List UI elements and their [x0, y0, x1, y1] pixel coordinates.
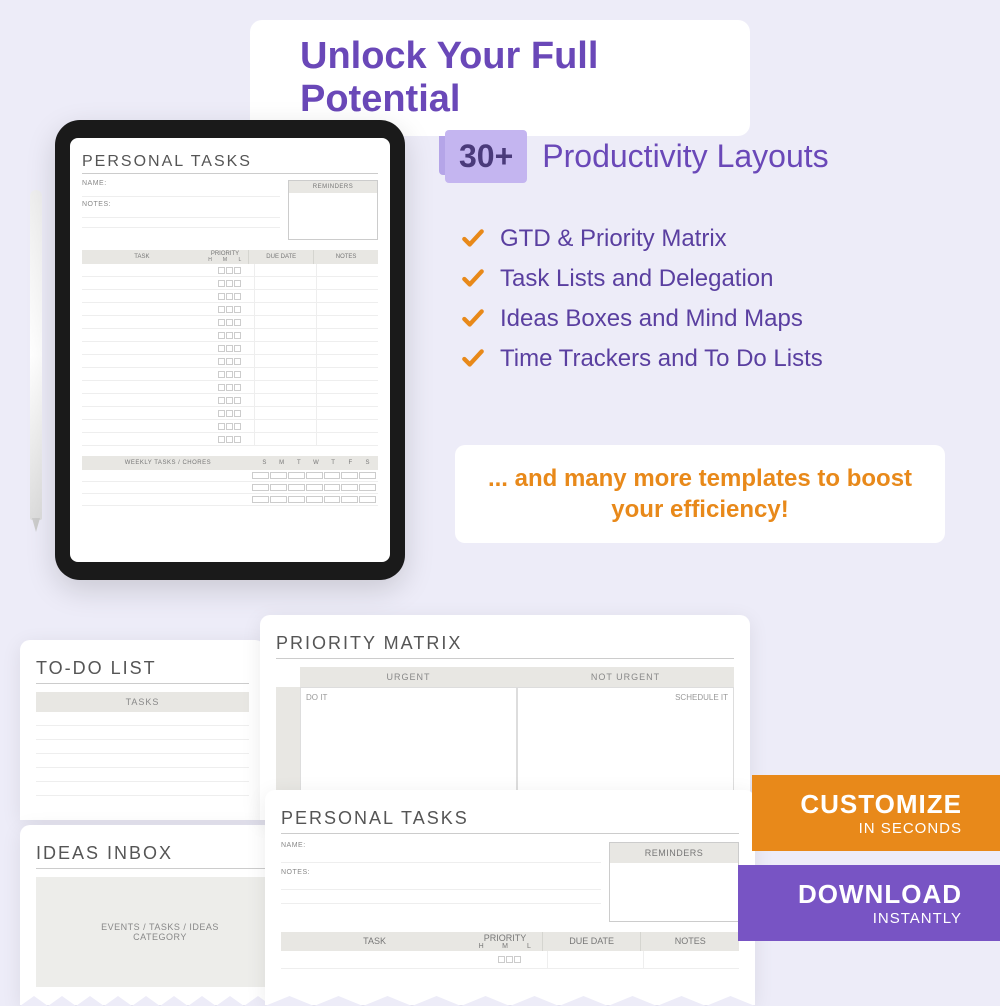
task-row — [82, 329, 378, 342]
task-table-header: TASK PRIORITY H M L DUE DATE NOTES — [82, 250, 378, 264]
day-label: F — [342, 460, 359, 466]
name-label: NAME: — [281, 842, 601, 849]
subtitle-row: 30+ Productivity Layouts — [445, 130, 829, 183]
col-urgent: URGENT — [300, 667, 517, 687]
col-task: TASK — [82, 250, 202, 264]
weekly-header: WEEKLY TASKS / CHORES SMTWTFS — [82, 456, 378, 470]
feature-text: Ideas Boxes and Mind Maps — [500, 305, 803, 333]
col-not-urgent: NOT URGENT — [517, 667, 734, 687]
card-personal-tasks: PERSONAL TASKS NAME: NOTES: REMINDERS TA… — [265, 790, 755, 1005]
task-row — [82, 368, 378, 381]
cta-sub-text: IN SECONDS — [800, 820, 962, 837]
sheet-title: PERSONAL TASKS — [82, 153, 378, 171]
feature-item: Ideas Boxes and Mind Maps — [460, 305, 823, 333]
col-notes: NOTES — [313, 250, 378, 264]
task-row — [82, 381, 378, 394]
card-todo: TO-DO LIST TASKS — [20, 640, 265, 820]
check-icon — [460, 346, 486, 372]
customize-button[interactable]: CUSTOMIZE IN SECONDS — [752, 775, 1000, 851]
col-due: DUE DATE — [542, 932, 641, 951]
check-icon — [460, 226, 486, 252]
pencil-icon — [30, 190, 42, 520]
day-label: T — [325, 460, 342, 466]
col-notes: NOTES — [640, 932, 739, 951]
tablet-mockup: PERSONAL TASKS NAME: NOTES: REMINDERS TA… — [55, 120, 405, 580]
card-title: IDEAS INBOX — [36, 843, 284, 864]
card-title: PERSONAL TASKS — [281, 808, 739, 829]
notes-label: NOTES: — [82, 201, 280, 208]
count-badge: 30+ — [445, 130, 527, 183]
col-m: M — [218, 257, 233, 263]
card-title: TO-DO LIST — [36, 658, 249, 679]
ideas-line2: CATEGORY — [133, 932, 187, 942]
reminders-box: REMINDERS — [288, 180, 378, 240]
check-icon — [460, 266, 486, 292]
task-row — [82, 420, 378, 433]
task-row — [82, 264, 378, 277]
task-row — [82, 394, 378, 407]
card-title: PRIORITY MATRIX — [276, 633, 734, 654]
check-icon — [460, 306, 486, 332]
feature-list: GTD & Priority Matrix Task Lists and Dele… — [460, 225, 823, 385]
col-h: H — [203, 257, 218, 263]
day-label: M — [273, 460, 290, 466]
task-row — [82, 303, 378, 316]
feature-item: Task Lists and Delegation — [460, 265, 823, 293]
name-label: NAME: — [82, 180, 280, 187]
tablet-screen: PERSONAL TASKS NAME: NOTES: REMINDERS TA… — [70, 138, 390, 562]
card-ideas: IDEAS INBOX EVENTS / TASKS / IDEAS CATEG… — [20, 825, 300, 1005]
task-row — [82, 433, 378, 446]
day-label: W — [307, 460, 324, 466]
task-row — [82, 290, 378, 303]
day-label: S — [256, 460, 273, 466]
feature-text: GTD & Priority Matrix — [500, 225, 727, 253]
weekly-label: WEEKLY TASKS / CHORES — [82, 456, 254, 470]
task-row — [82, 277, 378, 290]
feature-text: Task Lists and Delegation — [500, 265, 774, 293]
notes-label: NOTES: — [281, 869, 601, 876]
reminders-header: REMINDERS — [610, 843, 738, 863]
weekly-row — [82, 482, 378, 494]
cell-schedule: SCHEDULE IT — [517, 687, 734, 807]
title-banner: Unlock Your Full Potential — [250, 20, 750, 136]
task-row — [82, 316, 378, 329]
feature-item: GTD & Priority Matrix — [460, 225, 823, 253]
col-task: TASK — [281, 932, 468, 951]
day-label: S — [359, 460, 376, 466]
ideas-line1: EVENTS / TASKS / IDEAS — [101, 922, 219, 932]
todo-col-header: TASKS — [36, 692, 249, 712]
day-label: T — [290, 460, 307, 466]
feature-item: Time Trackers and To Do Lists — [460, 345, 823, 373]
col-due: DUE DATE — [248, 250, 313, 264]
task-row — [82, 342, 378, 355]
cell-do-it: DO IT — [300, 687, 517, 807]
weekly-row — [82, 494, 378, 506]
subtitle-text: Productivity Layouts — [542, 138, 828, 175]
reminders-header: REMINDERS — [289, 181, 377, 193]
download-button[interactable]: DOWNLOAD INSTANTLY — [738, 865, 1000, 941]
col-priority: PRIORITY — [469, 933, 541, 943]
more-templates-banner: ... and many more templates to boost you… — [455, 445, 945, 543]
cta-sub-text: INSTANTLY — [798, 910, 962, 927]
col-l: L — [232, 257, 247, 263]
task-table-header: TASK PRIORITY H M L DUE DATE NOTES — [281, 932, 739, 951]
cta-main-text: DOWNLOAD — [798, 879, 962, 910]
task-row — [82, 407, 378, 420]
feature-text: Time Trackers and To Do Lists — [500, 345, 823, 373]
weekly-row — [82, 470, 378, 482]
cta-main-text: CUSTOMIZE — [800, 789, 962, 820]
reminders-box: REMINDERS — [609, 842, 739, 922]
divider — [82, 173, 378, 174]
task-row — [82, 355, 378, 368]
